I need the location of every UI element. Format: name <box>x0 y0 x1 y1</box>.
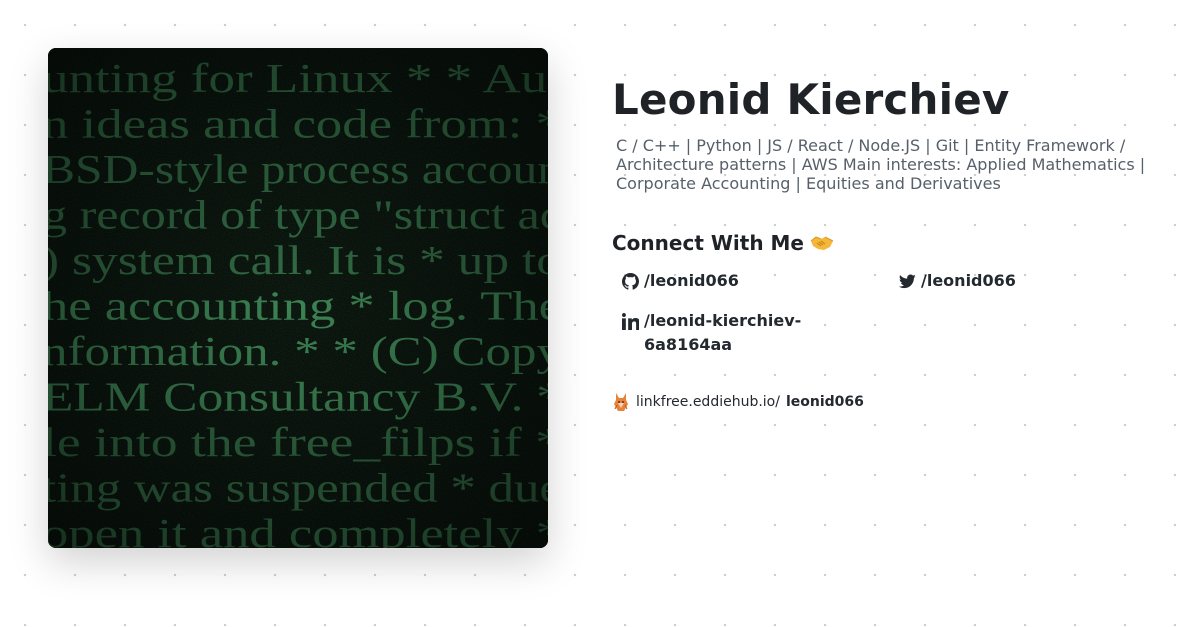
profile-bio: C / C++ | Python | JS / React / Node.JS … <box>616 136 1146 193</box>
github-link[interactable]: /leonid066 <box>620 269 897 293</box>
code-text-image: unting for Linux * * Autn ideas and code… <box>48 48 548 548</box>
linkedin-link-label: /leonid-kierchiev-6a8164aa <box>644 311 802 354</box>
linkfree-username: leonid066 <box>785 394 864 410</box>
github-icon <box>620 269 640 293</box>
twitter-icon <box>897 269 917 293</box>
github-link-label: /leonid066 <box>644 271 739 290</box>
handshake-icon <box>810 236 834 250</box>
linkedin-icon <box>620 309 640 333</box>
profile-info: Leonid Kierchiev C / C++ | Python | JS /… <box>612 74 1172 413</box>
twitter-link-label: /leonid066 <box>921 271 1016 290</box>
profile-image: unting for Linux * * Autn ideas and code… <box>48 48 548 548</box>
linkfree-logo-icon <box>614 393 628 411</box>
connect-heading-text: Connect With Me <box>612 231 804 255</box>
linkedin-link[interactable]: /leonid-kierchiev-6a8164aa <box>620 309 897 357</box>
social-links: /leonid066 /leonid066 /leonid-kierchiev-… <box>620 269 1172 357</box>
connect-heading: Connect With Me <box>612 231 1172 255</box>
profile-name: Leonid Kierchiev <box>612 75 1010 124</box>
twitter-link[interactable]: /leonid066 <box>897 269 1157 293</box>
linkfree-link[interactable]: linkfree.eddiehub.io/ leonid066 <box>612 391 1172 413</box>
linkfree-host: linkfree.eddiehub.io/ <box>636 394 780 410</box>
